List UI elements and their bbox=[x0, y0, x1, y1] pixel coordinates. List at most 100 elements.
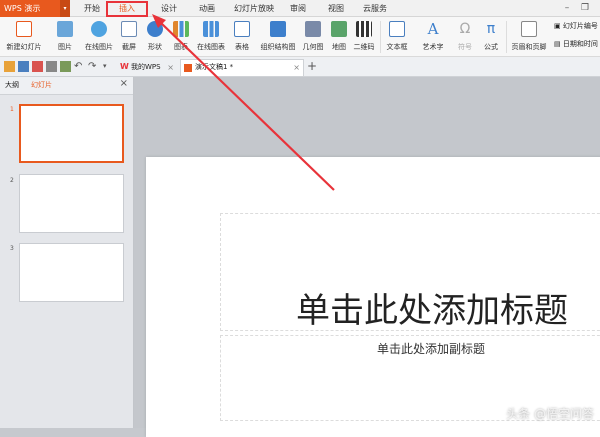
screenshot-label: 截屏 bbox=[122, 43, 136, 51]
new-slide-icon bbox=[16, 21, 32, 37]
tab-review[interactable]: 审阅 bbox=[284, 0, 312, 17]
close-icon[interactable]: × bbox=[293, 60, 300, 75]
slide-number-button[interactable]: ▣ 幻灯片编号 bbox=[554, 21, 598, 31]
online-chart-label: 在线图表 bbox=[197, 43, 225, 51]
header-footer-icon bbox=[521, 21, 537, 37]
app-menu-button[interactable]: WPS 演示 ▾ bbox=[0, 0, 70, 17]
table-label: 表格 bbox=[235, 43, 249, 51]
qrcode-button[interactable]: 二维码 bbox=[350, 19, 378, 52]
symbol-icon: Ω bbox=[459, 21, 471, 37]
annotation-highlight-box bbox=[106, 1, 148, 17]
online-chart-icon bbox=[203, 21, 219, 37]
title-placeholder-text[interactable]: 单击此处添加标题 bbox=[296, 283, 568, 332]
org-chart-button[interactable]: 组织结构图 bbox=[258, 19, 298, 52]
chevron-down-icon[interactable]: ▾ bbox=[103, 61, 114, 72]
watermark: 头条 @悟空问答 bbox=[506, 407, 594, 421]
restore-icon[interactable]: ❐ bbox=[578, 2, 592, 15]
formula-icon: π bbox=[486, 21, 496, 37]
slide-thumbnail-2[interactable] bbox=[19, 174, 124, 233]
table-icon bbox=[234, 21, 250, 37]
wordart-button[interactable]: A 艺术字 bbox=[416, 19, 450, 52]
editing-canvas: 单击此处添加标题 单击此处添加副标题 bbox=[134, 77, 600, 437]
slide-number: 1 bbox=[10, 106, 14, 113]
tab-my-wps-label: 我的WPS bbox=[131, 63, 161, 71]
header-footer-label: 页眉和页脚 bbox=[511, 43, 547, 51]
minimize-icon[interactable]: – bbox=[560, 2, 574, 15]
qrcode-label: 二维码 bbox=[353, 43, 375, 51]
tab-outline[interactable]: 大纲 bbox=[5, 80, 19, 90]
open-folder-icon[interactable] bbox=[4, 61, 15, 72]
geometry-button[interactable]: 几何图 bbox=[300, 19, 326, 52]
tab-slideshow[interactable]: 幻灯片放映 bbox=[230, 0, 278, 17]
print-preview-icon[interactable] bbox=[60, 61, 71, 72]
symbol-button[interactable]: Ω 符号 bbox=[454, 19, 476, 52]
screenshot-icon bbox=[121, 21, 137, 37]
close-icon[interactable]: × bbox=[167, 60, 174, 75]
tab-home[interactable]: 开始 bbox=[80, 0, 104, 17]
picture-button[interactable]: 图片 bbox=[52, 19, 78, 52]
tab-presentation-1-label: 演示文稿1 * bbox=[195, 63, 234, 71]
header-footer-button[interactable]: 页眉和页脚 bbox=[509, 19, 549, 52]
chart-icon bbox=[173, 21, 189, 37]
shapes-icon bbox=[147, 21, 163, 37]
map-button[interactable]: 地图 bbox=[328, 19, 350, 52]
geometry-label: 几何图 bbox=[302, 43, 324, 51]
presentation-file-icon bbox=[184, 64, 192, 72]
online-picture-button[interactable]: 在线图片 bbox=[82, 19, 116, 52]
slide-thumbnail-1[interactable] bbox=[19, 104, 124, 163]
tab-presentation-1[interactable]: 演示文稿1 * × bbox=[180, 59, 304, 76]
ribbon-separator bbox=[380, 21, 381, 53]
map-label: 地图 bbox=[332, 43, 346, 51]
undo-icon[interactable]: ↶ bbox=[74, 61, 85, 72]
tab-my-wps[interactable]: W 我的WPS × bbox=[116, 59, 178, 76]
picture-label: 图片 bbox=[58, 43, 72, 51]
document-tab-bar: ↶ ↷ ▾ W 我的WPS × 演示文稿1 * × + bbox=[0, 57, 600, 77]
ribbon-separator bbox=[506, 21, 507, 53]
textbox-button[interactable]: 文本框 bbox=[382, 19, 412, 52]
chevron-down-icon[interactable]: ▾ bbox=[60, 0, 70, 17]
menu-bar: WPS 演示 ▾ 开始 插入 设计 动画 幻灯片放映 审阅 视图 云服务 – ❐ bbox=[0, 0, 600, 17]
tab-animation[interactable]: 动画 bbox=[193, 0, 221, 17]
tab-design[interactable]: 设计 bbox=[155, 0, 183, 17]
screenshot-button[interactable]: 截屏 bbox=[118, 19, 140, 52]
slide-number-label: 幻灯片编号 bbox=[562, 22, 598, 30]
close-panel-icon[interactable]: × bbox=[120, 78, 128, 89]
save-icon[interactable] bbox=[18, 61, 29, 72]
formula-label: 公式 bbox=[484, 43, 498, 51]
online-chart-button[interactable]: 在线图表 bbox=[194, 19, 228, 52]
ribbon-toolbar: 新建幻灯片 图片 在线图片 截屏 形状 图表 在线图表 表格 组织结构图 几何图… bbox=[0, 17, 600, 57]
slide-number: 3 bbox=[10, 245, 14, 252]
symbol-label: 符号 bbox=[458, 43, 472, 51]
formula-button[interactable]: π 公式 bbox=[480, 19, 502, 52]
picture-icon bbox=[57, 21, 73, 37]
wps-logo-icon: W bbox=[120, 62, 129, 71]
datetime-label: 日期和时间 bbox=[562, 40, 598, 48]
tab-view[interactable]: 视图 bbox=[322, 0, 350, 17]
qrcode-icon bbox=[356, 21, 372, 37]
app-logo-label: WPS 演示 bbox=[4, 4, 41, 13]
tab-slides[interactable]: 幻灯片 bbox=[31, 80, 52, 90]
online-picture-label: 在线图片 bbox=[85, 43, 113, 51]
redo-icon[interactable]: ↷ bbox=[88, 61, 99, 72]
wordart-icon: A bbox=[427, 20, 439, 38]
export-pdf-icon[interactable] bbox=[32, 61, 43, 72]
textbox-label: 文本框 bbox=[386, 43, 408, 51]
tab-cloud-service[interactable]: 云服务 bbox=[358, 0, 392, 17]
new-slide-label: 新建幻灯片 bbox=[6, 43, 42, 51]
slide-number: 2 bbox=[10, 177, 14, 184]
chart-button[interactable]: 图表 bbox=[170, 19, 192, 52]
org-chart-label: 组织结构图 bbox=[260, 43, 296, 51]
slide-number-icon: ▣ bbox=[554, 22, 561, 30]
datetime-button[interactable]: ▤ 日期和时间 bbox=[554, 39, 598, 49]
add-tab-icon[interactable]: + bbox=[307, 59, 317, 73]
shapes-button[interactable]: 形状 bbox=[144, 19, 166, 52]
new-slide-button[interactable]: 新建幻灯片 bbox=[4, 19, 44, 52]
slide-thumbnail-3[interactable] bbox=[19, 243, 124, 302]
wordart-label: 艺术字 bbox=[422, 43, 444, 51]
print-icon[interactable] bbox=[46, 61, 57, 72]
subtitle-placeholder-text[interactable]: 单击此处添加副标题 bbox=[377, 340, 485, 357]
table-button[interactable]: 表格 bbox=[230, 19, 254, 52]
current-slide: 单击此处添加标题 单击此处添加副标题 bbox=[146, 157, 600, 437]
geometry-icon bbox=[305, 21, 321, 37]
slide-panel: 大纲 幻灯片 × 1 2 3 bbox=[0, 77, 134, 428]
